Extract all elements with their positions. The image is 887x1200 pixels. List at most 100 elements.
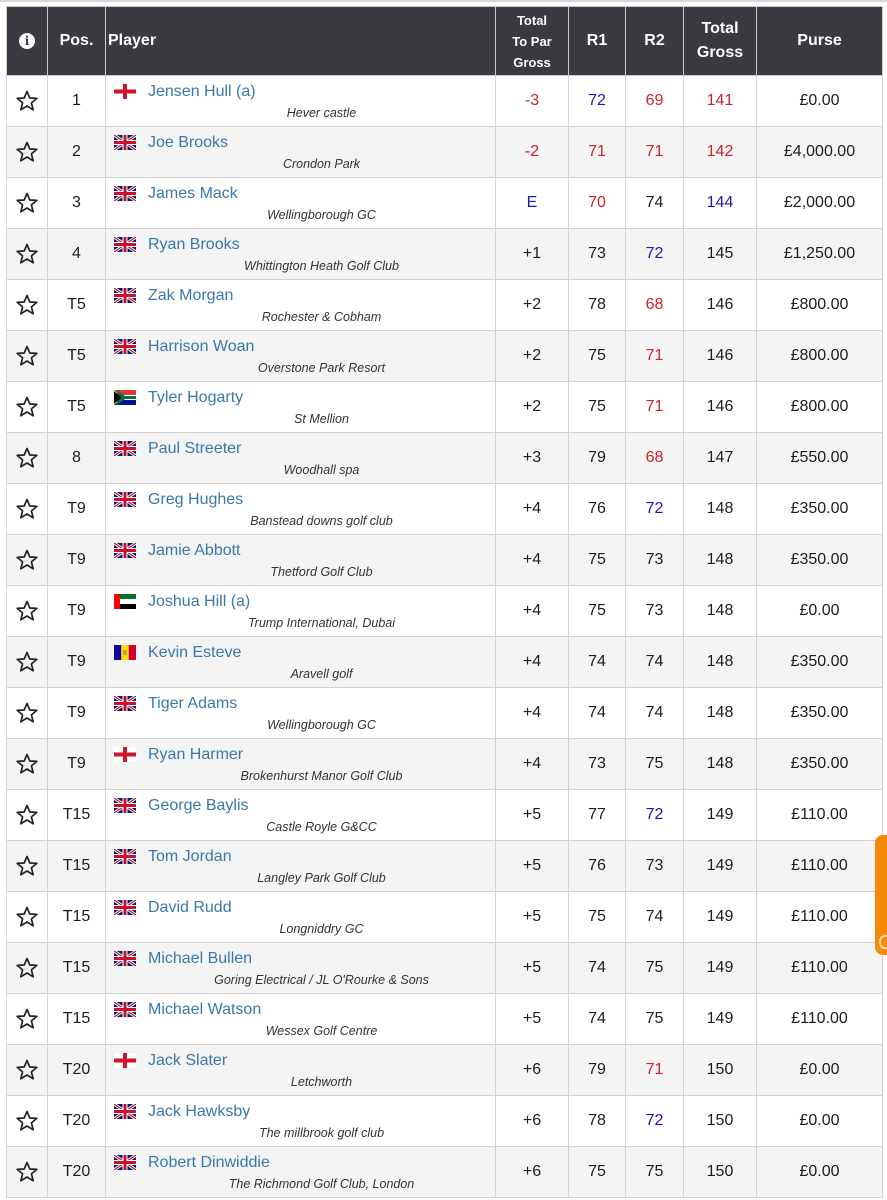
- favorite-cell: [6, 432, 48, 484]
- star-icon[interactable]: [15, 854, 39, 878]
- star-icon[interactable]: [15, 242, 39, 266]
- table-row: T15 George Baylis Castle Royle G&CC +5 7…: [6, 789, 883, 841]
- star-icon[interactable]: [15, 1058, 39, 1082]
- position: T5: [47, 279, 106, 331]
- position: T5: [47, 330, 106, 382]
- player-name-link[interactable]: Tyler Hogarty: [148, 389, 243, 407]
- player-name-link[interactable]: James Mack: [148, 185, 238, 203]
- star-icon[interactable]: [15, 89, 39, 113]
- star-icon[interactable]: [15, 905, 39, 929]
- purse: £800.00: [756, 381, 883, 433]
- round-2-score: 72: [625, 1095, 684, 1147]
- round-2-score: 73: [625, 585, 684, 637]
- total-gross: 147: [683, 432, 757, 484]
- position: T15: [47, 942, 106, 994]
- player-name-link[interactable]: Ryan Brooks: [148, 236, 240, 254]
- player-name-link[interactable]: Joshua Hill (a): [148, 593, 250, 611]
- flag-uk-icon: [114, 186, 136, 201]
- pos-header[interactable]: Pos.: [47, 6, 106, 76]
- purse-header[interactable]: Purse: [756, 6, 883, 76]
- round-1-score: 75: [568, 534, 626, 586]
- player-name-link[interactable]: Jack Slater: [148, 1052, 227, 1070]
- round-2-score: 69: [625, 75, 684, 127]
- position: T15: [47, 789, 106, 841]
- player-name-link[interactable]: Michael Watson: [148, 1001, 261, 1019]
- purse: £0.00: [756, 75, 883, 127]
- favorite-cell: [6, 177, 48, 229]
- star-icon[interactable]: [15, 752, 39, 776]
- star-icon[interactable]: [15, 701, 39, 725]
- table-row: 3 James Mack Wellingborough GC E 70 74 1…: [6, 177, 883, 229]
- player-name-link[interactable]: Joe Brooks: [148, 134, 228, 152]
- star-icon[interactable]: [15, 140, 39, 164]
- player-cell: George Baylis Castle Royle G&CC: [105, 789, 496, 841]
- total-gross: 150: [683, 1095, 757, 1147]
- to-par: +5: [495, 840, 569, 892]
- info-icon[interactable]: i: [19, 33, 35, 49]
- star-icon[interactable]: [15, 497, 39, 521]
- table-row: T9 Joshua Hill (a) Trump International, …: [6, 585, 883, 637]
- star-icon[interactable]: [15, 599, 39, 623]
- star-icon[interactable]: [15, 803, 39, 827]
- position: 2: [47, 126, 106, 178]
- player-name-link[interactable]: Greg Hughes: [148, 491, 243, 509]
- table-row: T5 Harrison Woan Overstone Park Resort +…: [6, 330, 883, 382]
- favorite-cell: [6, 840, 48, 892]
- player-name-link[interactable]: Michael Bullen: [148, 950, 252, 968]
- player-club: Wellingborough GC: [267, 207, 376, 222]
- round-2-score: 68: [625, 432, 684, 484]
- total-gross-header[interactable]: Total Gross: [683, 6, 757, 76]
- round-2-score: 73: [625, 534, 684, 586]
- favorite-cell: [6, 636, 48, 688]
- player-name-link[interactable]: Kevin Esteve: [148, 644, 241, 662]
- player-cell: Greg Hughes Banstead downs golf club: [105, 483, 496, 535]
- player-club: Wessex Golf Centre: [265, 1023, 378, 1038]
- star-icon[interactable]: [15, 1109, 39, 1133]
- player-name-link[interactable]: Tiger Adams: [148, 695, 237, 713]
- star-icon[interactable]: [15, 548, 39, 572]
- position: T5: [47, 381, 106, 433]
- player-header[interactable]: Player: [105, 6, 496, 76]
- round-1-score: 75: [568, 381, 626, 433]
- feedback-side-tab[interactable]: [875, 835, 887, 955]
- star-icon[interactable]: [15, 956, 39, 980]
- r2-header[interactable]: R2: [625, 6, 684, 76]
- star-icon[interactable]: [15, 344, 39, 368]
- to-par-header[interactable]: Total To Par Gross: [495, 6, 569, 76]
- total-gross: 146: [683, 330, 757, 382]
- star-icon[interactable]: [15, 1007, 39, 1031]
- player-name-link[interactable]: Jensen Hull (a): [148, 83, 256, 101]
- player-name-link[interactable]: Jack Hawksby: [148, 1103, 250, 1121]
- star-icon[interactable]: [15, 395, 39, 419]
- player-name-link[interactable]: Ryan Harmer: [148, 746, 243, 764]
- leaderboard-table: i Pos. Player Total To Par Gross R1 R2 T…: [6, 6, 883, 1198]
- star-icon[interactable]: [15, 650, 39, 674]
- player-name-link[interactable]: Paul Streeter: [148, 440, 241, 458]
- r1-header[interactable]: R1: [568, 6, 626, 76]
- round-1-score: 79: [568, 432, 626, 484]
- player-name-link[interactable]: Jamie Abbott: [148, 542, 241, 560]
- player-name-link[interactable]: Zak Morgan: [148, 287, 233, 305]
- table-row: 4 Ryan Brooks Whittington Heath Golf Clu…: [6, 228, 883, 280]
- star-icon[interactable]: [15, 446, 39, 470]
- to-par: -3: [495, 75, 569, 127]
- star-icon[interactable]: [15, 191, 39, 215]
- player-club: Overstone Park Resort: [257, 360, 386, 375]
- info-header[interactable]: i: [6, 6, 48, 76]
- player-name-link[interactable]: George Baylis: [148, 797, 249, 815]
- player-name-link[interactable]: Tom Jordan: [148, 848, 232, 866]
- purse: £0.00: [756, 585, 883, 637]
- table-row: T15 Tom Jordan Langley Park Golf Club +5…: [6, 840, 883, 892]
- total-gross: 149: [683, 840, 757, 892]
- star-icon[interactable]: [15, 1160, 39, 1184]
- player-name-link[interactable]: David Rudd: [148, 899, 232, 917]
- to-par: +6: [495, 1146, 569, 1198]
- purse: £800.00: [756, 279, 883, 331]
- star-icon[interactable]: [15, 293, 39, 317]
- to-par: +2: [495, 279, 569, 331]
- to-par: +5: [495, 891, 569, 943]
- player-name-link[interactable]: Harrison Woan: [148, 338, 254, 356]
- player-name-link[interactable]: Robert Dinwiddie: [148, 1154, 270, 1172]
- flag-uk-icon: [114, 849, 136, 864]
- purse: £350.00: [756, 636, 883, 688]
